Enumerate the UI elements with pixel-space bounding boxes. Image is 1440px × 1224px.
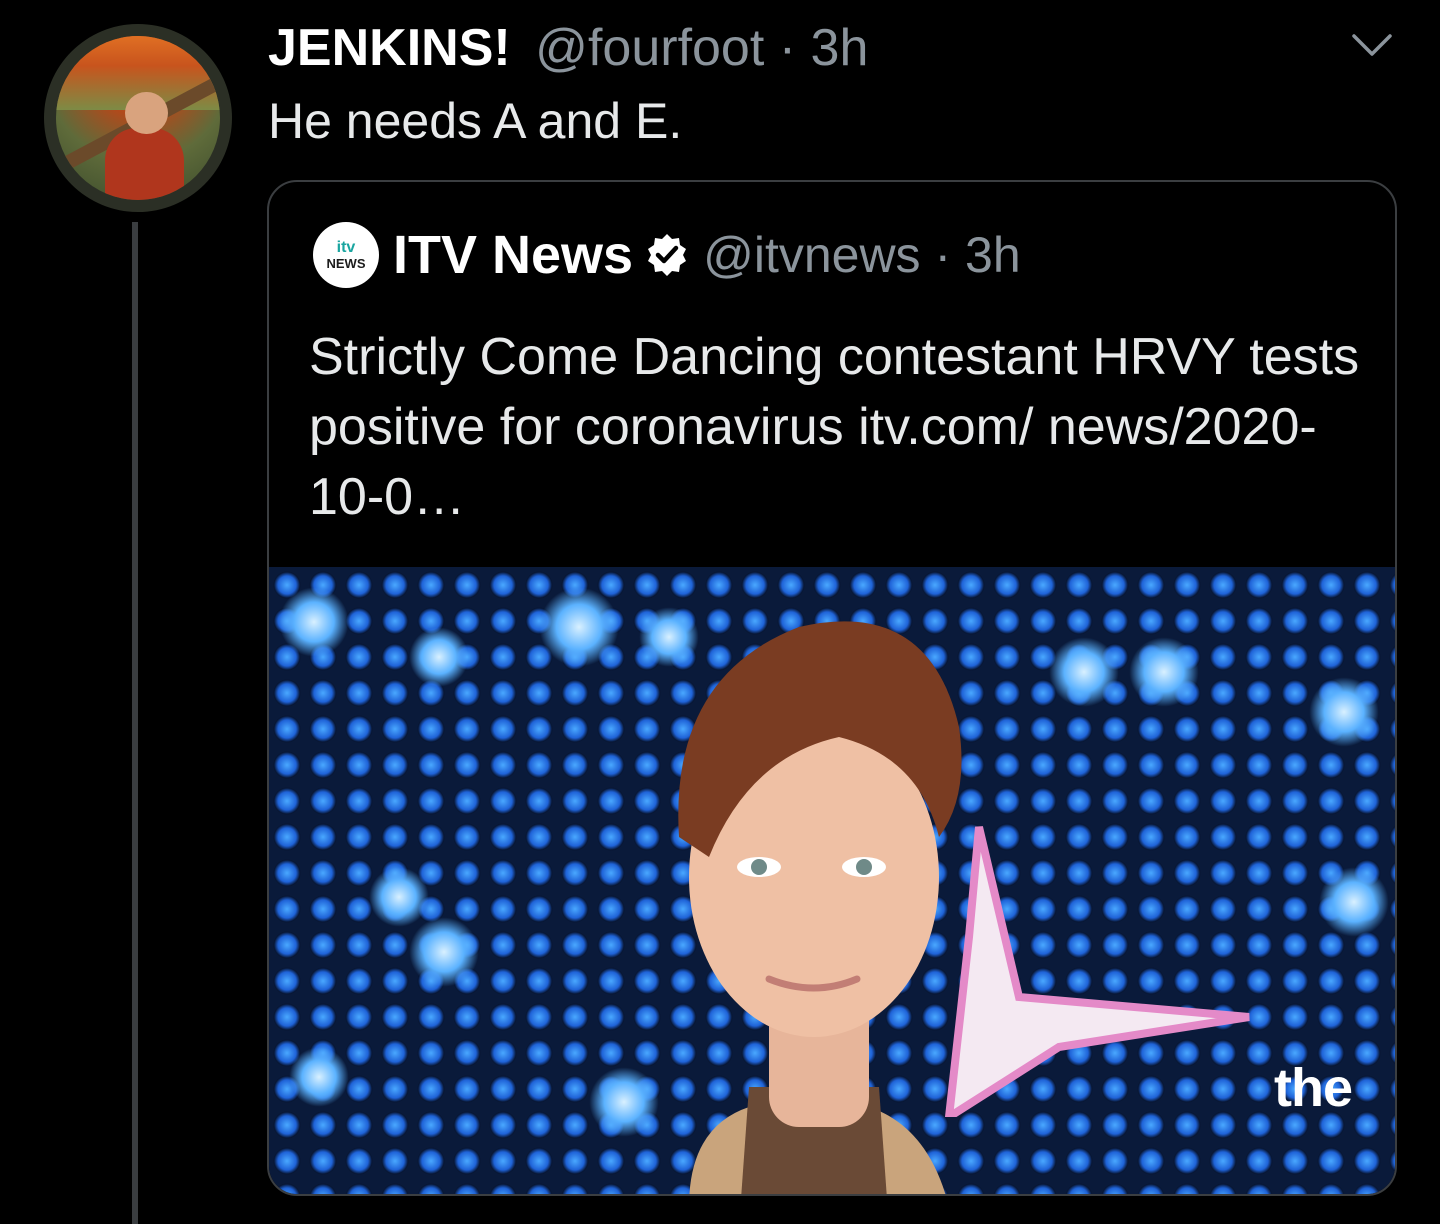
image-overlay-text: the bbox=[1274, 1058, 1353, 1118]
quoted-separator: · bbox=[934, 227, 952, 283]
person-photo bbox=[678, 621, 962, 1194]
display-name[interactable]: JENKINS! bbox=[268, 19, 511, 77]
verified-badge-icon bbox=[648, 234, 687, 276]
quoted-tweet-text: Strictly Come Dancing contestant HRVY te… bbox=[309, 328, 1360, 526]
itv-news-logo[interactable]: itv NEWS bbox=[313, 222, 379, 288]
tweet-text: He needs A and E. bbox=[268, 93, 683, 149]
tweet[interactable]: JENKINS! @fourfoot · 3h He needs A and E… bbox=[0, 0, 1440, 1224]
quoted-handle[interactable]: @itvnews bbox=[703, 227, 920, 283]
logo-line-2: NEWS bbox=[326, 255, 366, 271]
timestamp[interactable]: 3h bbox=[811, 19, 869, 77]
thread-line bbox=[132, 222, 138, 1224]
quoted-display-name[interactable]: ITV News bbox=[393, 224, 633, 286]
quoted-tweet-card[interactable]: itv NEWS ITV News @itvnews · 3h Strictly… bbox=[267, 180, 1397, 1196]
tweet-header: JENKINS! @fourfoot · 3h bbox=[268, 16, 868, 80]
chevron-down-icon[interactable] bbox=[1350, 28, 1394, 64]
quoted-tweet-image[interactable]: the bbox=[269, 567, 1395, 1194]
handle[interactable]: @fourfoot bbox=[535, 19, 764, 77]
logo-line-1: itv bbox=[336, 238, 356, 256]
avatar-image bbox=[56, 36, 220, 200]
separator: · bbox=[778, 19, 797, 77]
avatar[interactable] bbox=[44, 24, 232, 212]
quoted-tweet-header: itv NEWS ITV News @itvnews · 3h bbox=[313, 220, 1021, 290]
quoted-timestamp[interactable]: 3h bbox=[965, 227, 1021, 283]
